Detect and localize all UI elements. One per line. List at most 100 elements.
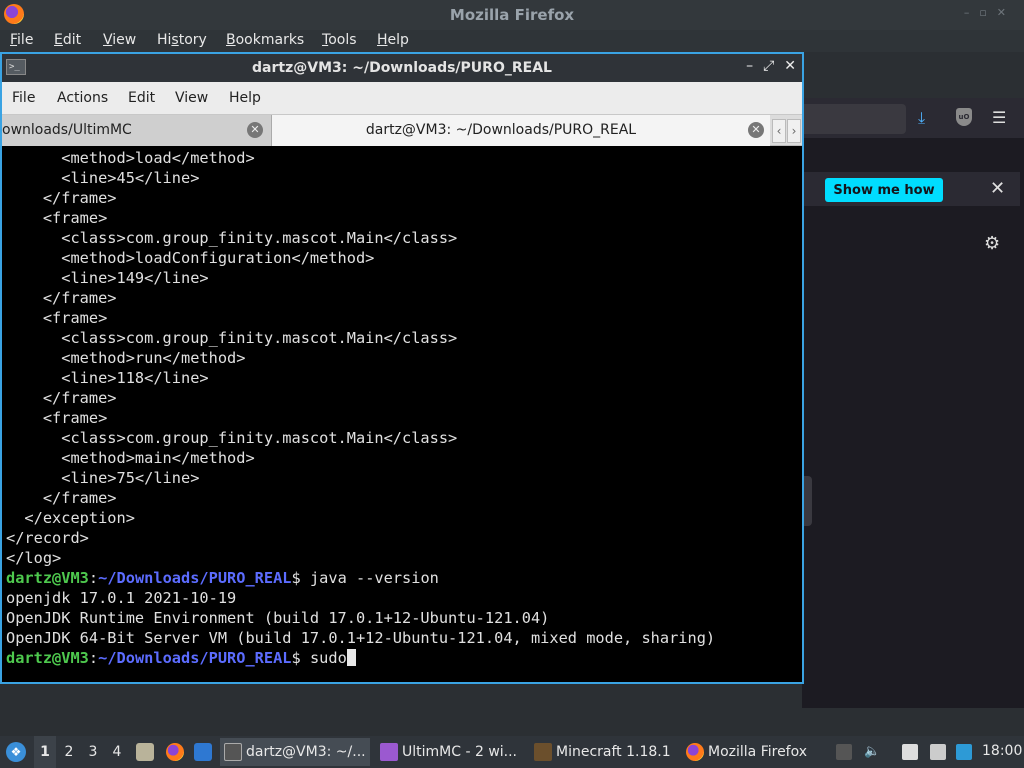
- updates-icon[interactable]: [956, 744, 972, 760]
- terminal-line: OpenJDK 64-Bit Server VM (build 17.0.1+1…: [6, 629, 716, 647]
- terminal-line: </log>: [6, 549, 62, 567]
- chevron-right-icon[interactable]: ›: [787, 119, 801, 143]
- terminal-menubar: File Actions Edit View Help: [2, 82, 802, 114]
- volume-icon[interactable]: 🔈: [864, 744, 880, 760]
- terminal-window-title: dartz@VM3: ~/Downloads/PURO_REAL: [252, 60, 552, 76]
- terminal-line: <class>com.group_finity.mascot.Main</cla…: [6, 329, 458, 347]
- terminal-line: <method>loadConfiguration</method>: [6, 249, 375, 267]
- tab-puro-real[interactable]: dartz@VM3: ~/Downloads/PURO_REAL ✕: [272, 115, 770, 146]
- workspace-4[interactable]: 4: [106, 736, 128, 768]
- ublock-icon[interactable]: uO: [956, 108, 972, 126]
- terminal-window-controls: – ⤢ ✕: [736, 58, 796, 74]
- terminal-line: OpenJDK Runtime Environment (build 17.0.…: [6, 609, 550, 627]
- task-terminal[interactable]: dartz@VM3: ~/...: [220, 738, 370, 766]
- terminal-icon: [224, 743, 242, 761]
- terminal-line: <class>com.group_finity.mascot.Main</cla…: [6, 429, 458, 447]
- command-text: java --version: [300, 569, 439, 587]
- prompt-user: dartz@VM3: [6, 649, 89, 667]
- firefox-menu-bookmarks[interactable]: Bookmarks: [226, 32, 304, 48]
- terminal-line: </frame>: [6, 289, 117, 307]
- hamburger-menu-icon[interactable]: ☰: [992, 108, 1006, 127]
- firefox-menu-history[interactable]: History: [157, 32, 207, 48]
- terminal-line: <method>main</method>: [6, 449, 255, 467]
- tray-app-icon[interactable]: [836, 744, 852, 760]
- firefox-page-content: [802, 138, 1024, 708]
- terminal-window: >_ dartz@VM3: ~/Downloads/PURO_REAL – ⤢ ✕ …: [0, 52, 804, 684]
- firefox-menubar: File Edit View History Bookmarks Tools H…: [0, 30, 1024, 52]
- command-text: sudo: [300, 649, 347, 667]
- tab-ultimmc[interactable]: ownloads/UltimMC ✕: [2, 115, 272, 146]
- clock[interactable]: 18:00: [982, 743, 1022, 759]
- terminal-prompt-line: dartz@VM3:~/Downloads/PURO_REAL$ sudo: [6, 648, 802, 668]
- prompt-symbol: $: [291, 649, 301, 667]
- terminal-menu-help[interactable]: Help: [229, 90, 261, 106]
- terminal-line: openjdk 17.0.1 2021-10-19: [6, 589, 237, 607]
- terminal-line: <method>load</method>: [6, 149, 255, 167]
- taskbar: ❖ 1 2 3 4 dartz@VM3: ~/... UltimMC - 2 w…: [0, 736, 1024, 768]
- terminal-line: </frame>: [6, 189, 117, 207]
- prompt-separator: :: [88, 569, 99, 587]
- task-minecraft[interactable]: Minecraft 1.18.1: [530, 738, 678, 766]
- tab-label: dartz@VM3: ~/Downloads/PURO_REAL: [365, 122, 637, 138]
- show-desktop-icon[interactable]: [194, 743, 212, 761]
- ultimmc-icon: [380, 743, 398, 761]
- start-menu-icon[interactable]: ❖: [6, 742, 26, 762]
- terminal-prompt-line: dartz@VM3:~/Downloads/PURO_REAL$ java --…: [6, 568, 802, 588]
- terminal-tab-bar: ownloads/UltimMC ✕ dartz@VM3: ~/Download…: [2, 114, 802, 146]
- task-label: UltimMC - 2 wi...: [402, 744, 518, 760]
- workspace-1[interactable]: 1: [34, 736, 56, 768]
- network-icon[interactable]: [930, 744, 946, 760]
- terminal-line: </record>: [6, 529, 89, 547]
- terminal-cursor: [346, 649, 356, 666]
- prompt-symbol: $: [291, 569, 301, 587]
- terminal-line: <frame>: [6, 409, 108, 427]
- clipboard-icon[interactable]: [902, 744, 918, 760]
- firefox-window-controls[interactable]: –▫✕: [964, 6, 1016, 19]
- close-icon[interactable]: ✕: [990, 178, 1005, 199]
- terminal-line: <method>run</method>: [6, 349, 246, 367]
- terminal-menu-file[interactable]: File: [12, 90, 35, 106]
- prompt-path: ~/Downloads/PURO_REAL: [98, 649, 292, 667]
- workspace-3[interactable]: 3: [82, 736, 104, 768]
- close-icon[interactable]: ✕: [247, 122, 263, 138]
- task-firefox[interactable]: Mozilla Firefox: [682, 738, 822, 766]
- prompt-separator: :: [88, 649, 99, 667]
- firefox-launcher-icon[interactable]: [166, 743, 184, 761]
- tab-label: ownloads/UltimMC: [2, 122, 132, 138]
- firefox-menu-file[interactable]: File: [10, 32, 33, 48]
- firefox-menu-tools[interactable]: Tools: [322, 32, 357, 48]
- minimize-icon[interactable]: –: [746, 58, 753, 74]
- file-manager-icon[interactable]: [136, 743, 154, 761]
- terminal-menu-actions[interactable]: Actions: [57, 90, 108, 106]
- workspace-2[interactable]: 2: [58, 736, 80, 768]
- firefox-menu-help[interactable]: Help: [377, 32, 409, 48]
- maximize-icon[interactable]: ⤢: [763, 58, 774, 74]
- terminal-titlebar[interactable]: >_ dartz@VM3: ~/Downloads/PURO_REAL – ⤢ ✕: [2, 54, 802, 82]
- terminal-line: <line>45</line>: [6, 169, 200, 187]
- firefox-menu-edit[interactable]: Edit: [54, 32, 81, 48]
- download-icon[interactable]: ⤓: [918, 108, 925, 128]
- firefox-icon: [686, 743, 704, 761]
- close-icon[interactable]: ✕: [748, 122, 764, 138]
- minecraft-icon: [534, 743, 552, 761]
- terminal-line: <frame>: [6, 209, 108, 227]
- show-me-how-button[interactable]: Show me how: [825, 178, 943, 202]
- terminal-line: <frame>: [6, 309, 108, 327]
- terminal-output[interactable]: <method>load</method> <line>45</line> </…: [2, 146, 802, 682]
- terminal-line: <line>149</line>: [6, 269, 209, 287]
- terminal-menu-view[interactable]: View: [175, 90, 208, 106]
- terminal-menu-edit[interactable]: Edit: [128, 90, 155, 106]
- task-ultimmc[interactable]: UltimMC - 2 wi...: [376, 738, 524, 766]
- terminal-line: <line>118</line>: [6, 369, 209, 387]
- terminal-line: </exception>: [6, 509, 135, 527]
- firefox-url-bar[interactable]: [802, 104, 906, 134]
- firefox-menu-view[interactable]: View: [103, 32, 136, 48]
- task-label: Mozilla Firefox: [708, 744, 808, 760]
- chevron-left-icon[interactable]: ‹: [772, 119, 786, 143]
- terminal-line: <line>75</line>: [6, 469, 200, 487]
- task-label: dartz@VM3: ~/...: [246, 744, 366, 760]
- close-icon[interactable]: ✕: [784, 58, 796, 74]
- terminal-line: <class>com.group_finity.mascot.Main</cla…: [6, 229, 458, 247]
- gear-icon[interactable]: ⚙: [984, 233, 1000, 254]
- prompt-user: dartz@VM3: [6, 569, 89, 587]
